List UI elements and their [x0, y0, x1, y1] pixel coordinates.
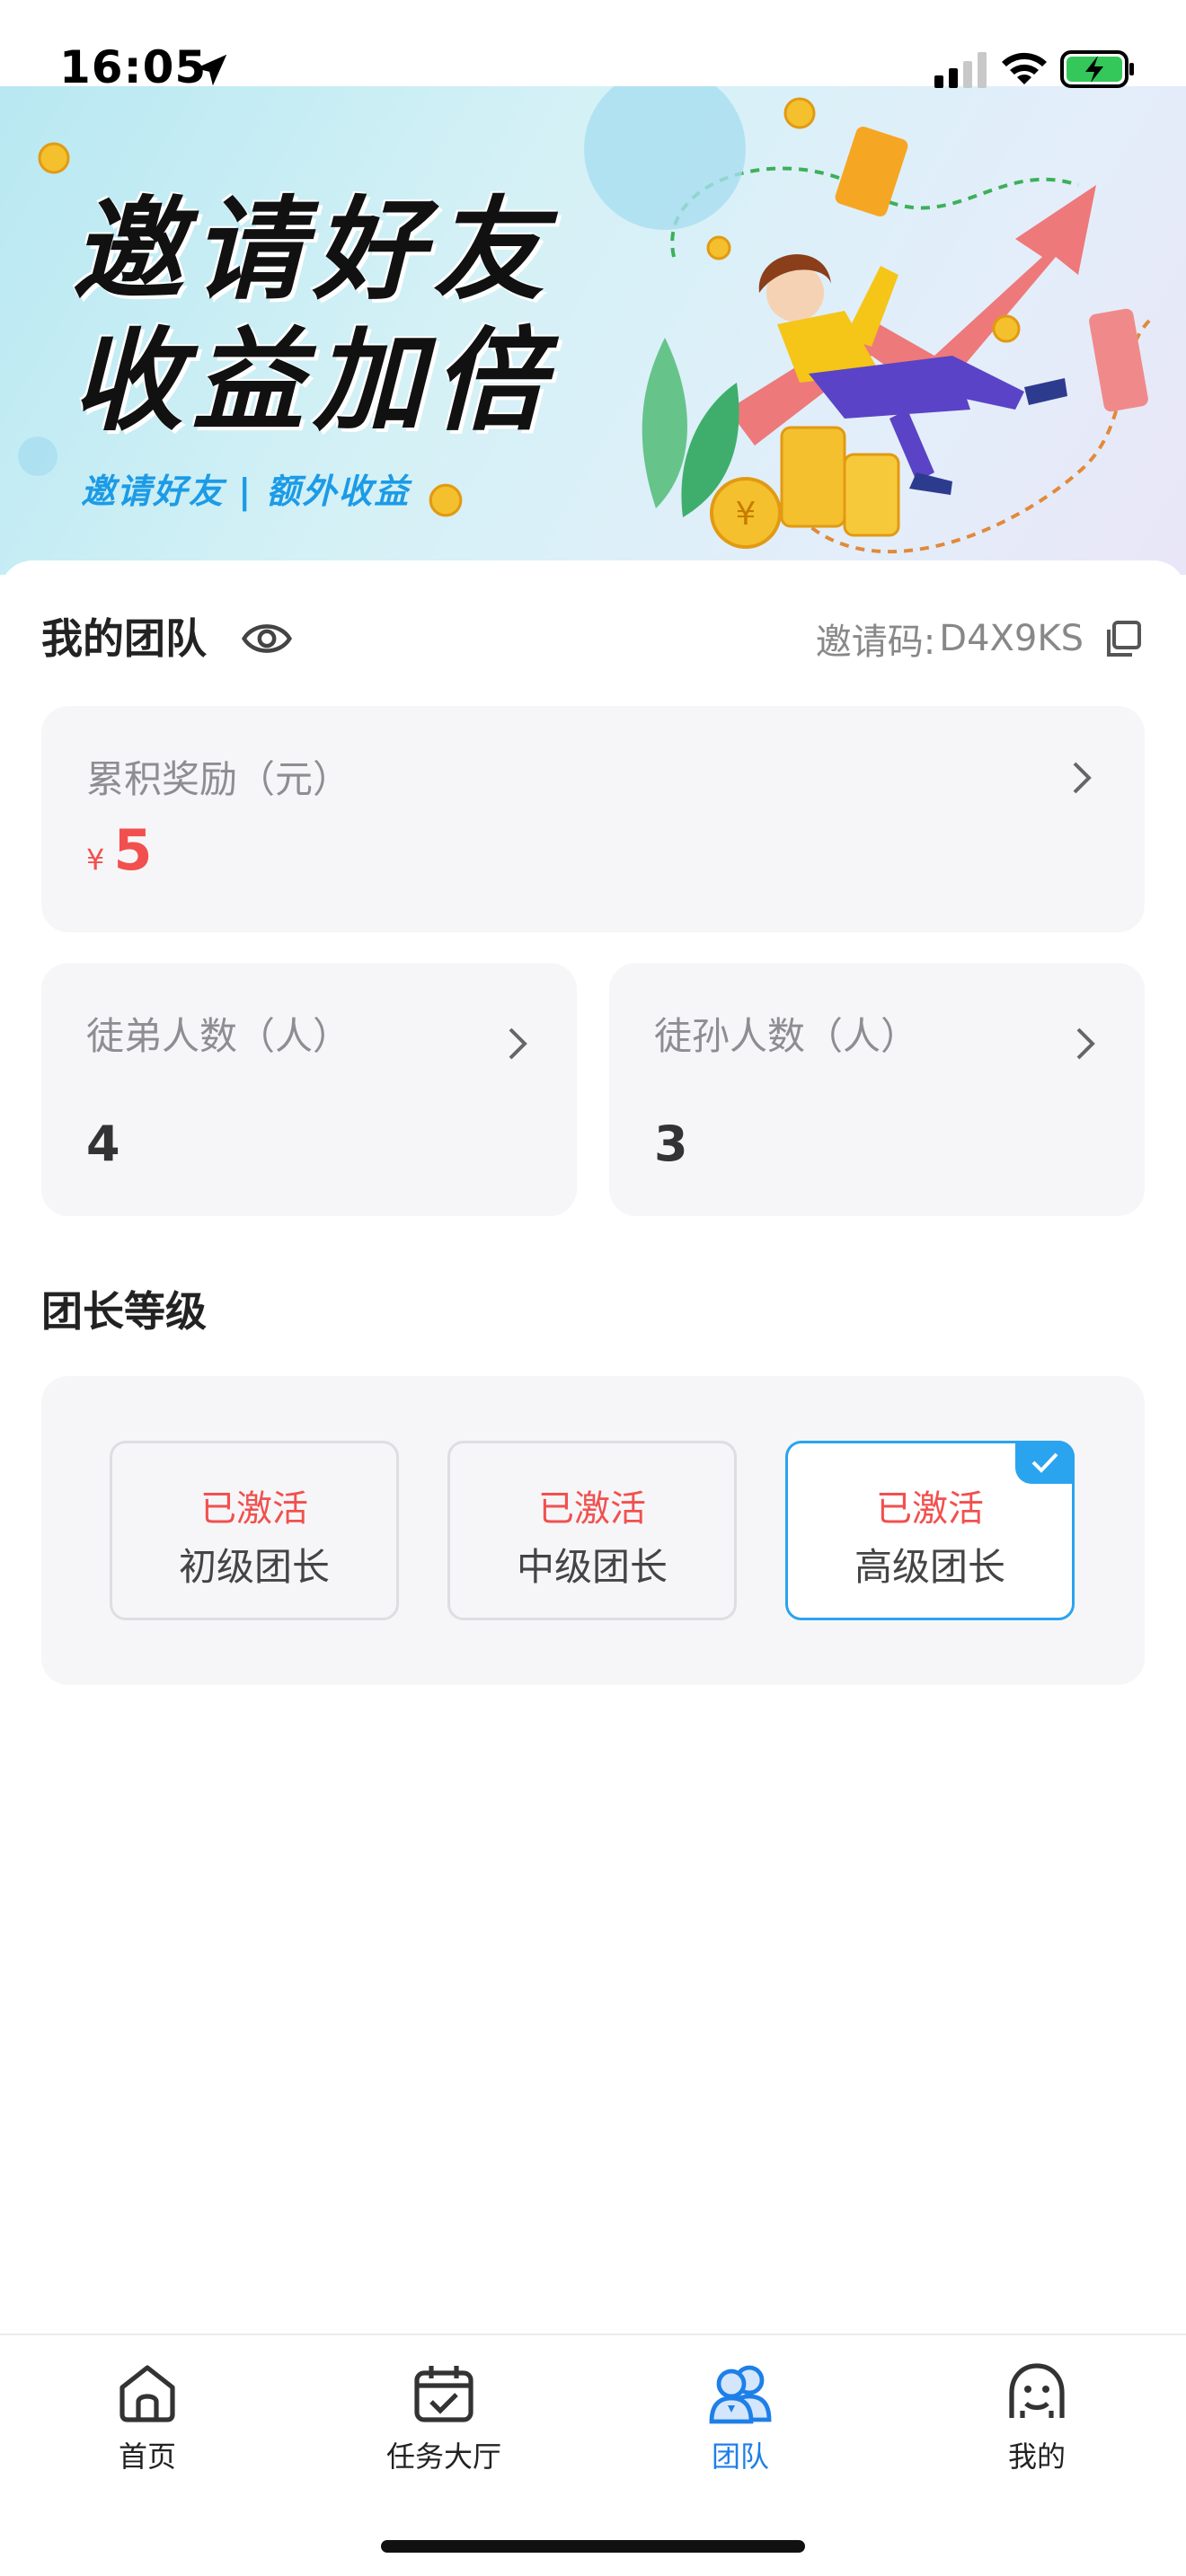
coin-icon	[429, 483, 463, 517]
svg-text:¥: ¥	[736, 496, 757, 533]
tab-mine[interactable]: 我的	[947, 2357, 1127, 2483]
battery-charging-icon	[1060, 50, 1134, 88]
level-status: 已激活	[876, 1488, 984, 1530]
reward-amount: ¥5	[86, 817, 153, 883]
status-time: 16:05	[59, 41, 208, 93]
level-name: 中级团长	[516, 1545, 668, 1589]
chevron-right-icon	[509, 1028, 527, 1060]
location-arrow-icon	[195, 54, 227, 86]
cellular-signal-icon	[934, 52, 987, 88]
currency-symbol: ¥	[86, 842, 105, 877]
chevron-right-icon	[1073, 762, 1092, 794]
team-icon	[709, 2365, 772, 2424]
disciple-count-label: 徒弟人数（人）	[86, 1014, 351, 1058]
banner-subtitle: 邀请好友 | 额外收益	[81, 472, 411, 511]
level-middle-leader[interactable]: 已激活 中级团长	[447, 1441, 737, 1620]
reward-amount-value: 5	[113, 817, 153, 883]
level-name: 高级团长	[854, 1545, 1005, 1589]
invite-code-label: 邀请码:	[815, 622, 936, 663]
coin-icon	[38, 142, 70, 174]
team-title: 我的团队	[41, 614, 207, 663]
tab-task-hall[interactable]: 任务大厅	[354, 2357, 534, 2483]
grand-disciple-count-card[interactable]: 徒孙人数（人） 3	[609, 963, 1145, 1216]
tab-label: 任务大厅	[385, 2439, 501, 2474]
level-status: 已激活	[200, 1488, 308, 1530]
invite-code-value: D4X9KS	[939, 618, 1084, 659]
invite-banner[interactable]: 邀请好友 收益加倍 邀请好友 | 额外收益 ¥	[0, 86, 1186, 575]
level-junior-leader[interactable]: 已激活 初级团长	[110, 1441, 399, 1620]
reward-label: 累积奖励（元）	[86, 757, 351, 801]
status-bar: 16:05	[0, 0, 1186, 93]
home-icon	[119, 2365, 175, 2422]
tab-label: 首页	[118, 2439, 176, 2474]
leader-level-card: 已激活 初级团长 已激活 中级团长 已激活 高级团长	[41, 1376, 1145, 1685]
tab-team[interactable]: 团队	[651, 2357, 830, 2483]
invite-code-area: 邀请码: D4X9KS	[816, 607, 1145, 670]
profile-face-icon	[1009, 2363, 1065, 2418]
copy-icon[interactable]	[1102, 617, 1145, 660]
wifi-icon	[1002, 52, 1047, 84]
level-name: 初级团长	[178, 1545, 330, 1589]
tab-label: 团队	[711, 2439, 769, 2474]
tab-home[interactable]: 首页	[58, 2357, 237, 2483]
checkmark-icon	[1031, 1452, 1058, 1473]
level-senior-leader[interactable]: 已激活 高级团长	[785, 1441, 1075, 1620]
eye-icon[interactable]	[241, 614, 293, 663]
tab-label: 我的	[1007, 2439, 1066, 2474]
calendar-check-icon	[414, 2366, 474, 2422]
chevron-right-icon	[1076, 1028, 1095, 1060]
cumulative-reward-card[interactable]: 累积奖励（元） ¥5	[41, 706, 1145, 932]
banner-title: 邀请好友 收益加倍	[72, 186, 554, 446]
selected-badge	[1015, 1441, 1075, 1484]
grand-disciple-count-label: 徒孙人数（人）	[654, 1014, 919, 1058]
decor-circle	[18, 437, 58, 476]
leader-level-title: 团长等级	[41, 1287, 207, 1336]
team-content: 我的团队 邀请码: D4X9KS 累积奖励（元） ¥5 徒弟人数（人） 4 徒孙…	[0, 560, 1186, 2357]
grand-disciple-count-value: 3	[654, 1116, 688, 1172]
home-indicator[interactable]	[381, 2540, 805, 2553]
team-page: 16:05 邀请好友 收益加倍 邀请好友 | 额外收益 ¥ 我的团队 邀请码: …	[0, 0, 1186, 2576]
level-status: 已激活	[538, 1488, 646, 1530]
disciple-count-value: 4	[86, 1116, 120, 1172]
team-header: 我的团队 邀请码: D4X9KS	[41, 607, 1145, 670]
disciple-count-card[interactable]: 徒弟人数（人） 4	[41, 963, 577, 1216]
